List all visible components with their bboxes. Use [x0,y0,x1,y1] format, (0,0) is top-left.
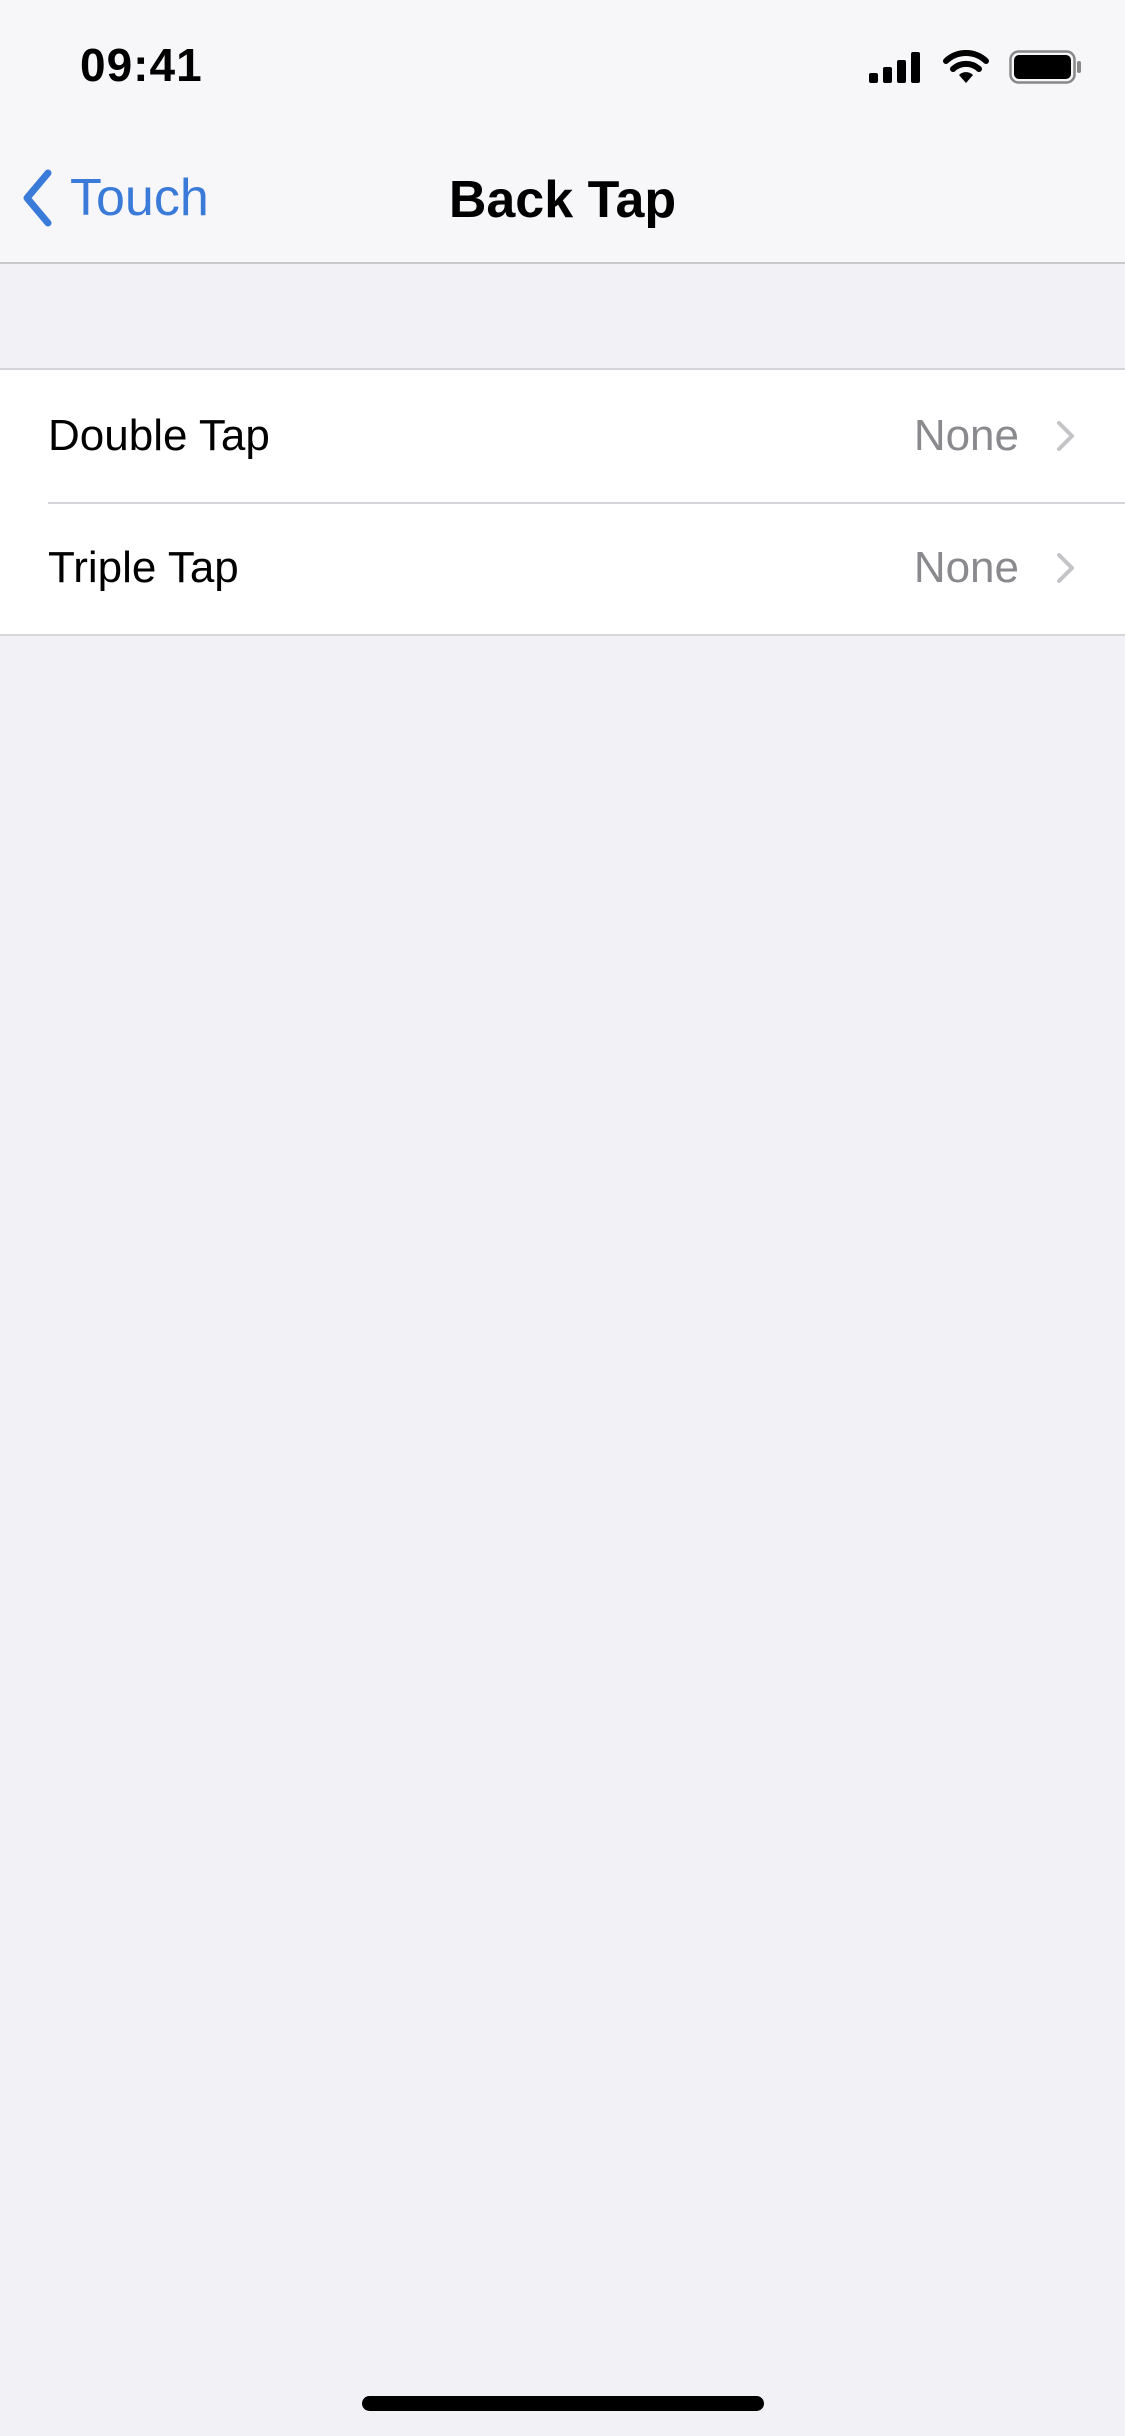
home-indicator[interactable] [362,2396,764,2411]
page-title: Back Tap [448,171,677,229]
battery-icon [1009,50,1081,84]
status-time: 09:41 [80,39,203,91]
list-item-double-tap[interactable]: Double Tap None [0,370,1125,502]
status-icons [869,50,1083,84]
list-item-triple-tap[interactable]: Triple Tap None [0,502,1125,634]
list-item-label: Triple Tap [48,543,239,592]
list-item-value: None [913,411,1019,460]
list-item-value: None [913,543,1019,592]
chevron-right-icon [1057,421,1074,451]
back-tap-options-list: Double Tap None Triple Tap None [0,368,1125,636]
chevron-right-icon [1057,553,1074,583]
cellular-signal-icon [869,52,920,83]
list-item-label: Double Tap [48,411,270,460]
navigation-bar: Touch Back Tap [0,132,1125,264]
status-bar: 09:41 [0,0,1125,132]
wifi-icon [943,50,989,83]
